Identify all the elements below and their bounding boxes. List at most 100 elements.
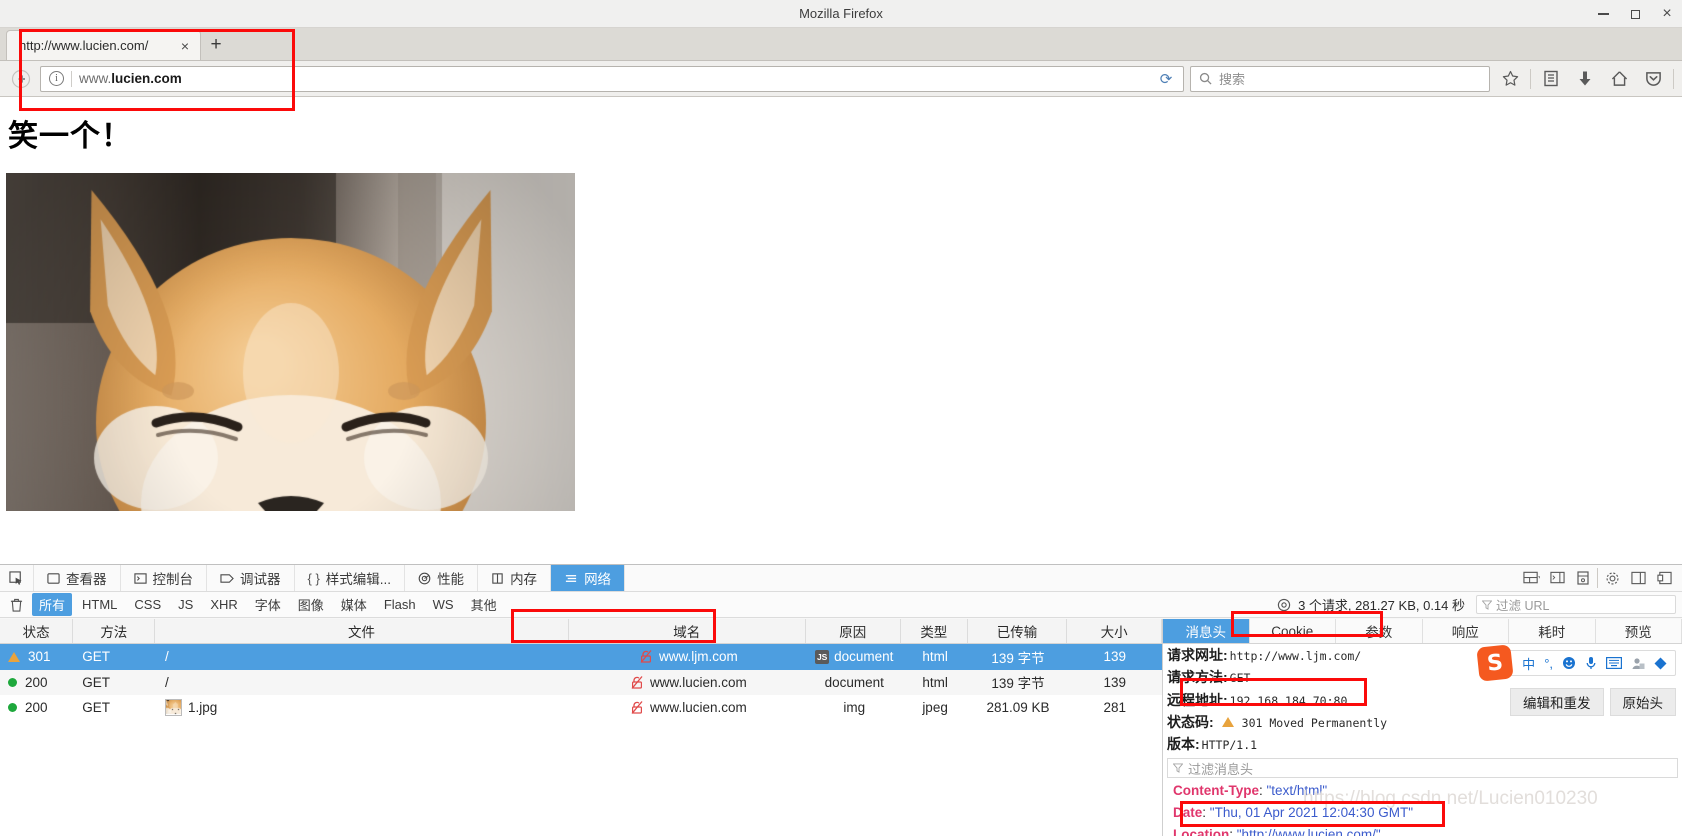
microphone-icon[interactable] — [1585, 656, 1597, 670]
device-icon[interactable] — [1571, 567, 1595, 589]
tab-inspector-label: 查看器 — [66, 572, 107, 587]
sogou-input-method-bar[interactable]: S 中 °, — [1476, 644, 1676, 682]
column-header-size[interactable]: 大小 — [1067, 619, 1162, 643]
user-icon[interactable] — [1631, 657, 1645, 670]
edit-and-resend-button[interactable]: 编辑和重发 — [1510, 688, 1604, 716]
pocket-icon[interactable] — [1639, 65, 1667, 93]
browser-tab[interactable]: http://www.lucien.com/ × — [6, 30, 201, 60]
table-row[interactable]: 301 GET / www.ljm.com JS document html 1… — [0, 644, 1162, 670]
screenshot-icon[interactable] — [1545, 567, 1569, 589]
search-placeholder: 搜索 — [1219, 72, 1246, 87]
details-tab-headers[interactable]: 消息头 — [1163, 619, 1250, 643]
table-row[interactable]: 200 GET / www.lucien.com document html 1… — [0, 669, 1162, 695]
star-icon[interactable] — [1496, 65, 1524, 93]
filter-html[interactable]: HTML — [75, 595, 124, 614]
window-minimize-button[interactable] — [1596, 7, 1610, 21]
filter-css[interactable]: CSS — [127, 595, 168, 614]
ime-mode-chinese[interactable]: 中 — [1522, 654, 1535, 673]
network-icon — [565, 574, 577, 582]
cell-transferred: 139 字节 — [991, 650, 1045, 666]
cell-method: GET — [82, 674, 110, 690]
table-row[interactable]: 200 GET 1.jpg www.lucien.com img jpeg 28… — [0, 695, 1162, 721]
filter-all[interactable]: 所有 — [32, 593, 73, 616]
tab-performance[interactable]: 性能 — [405, 565, 479, 591]
filter-flash[interactable]: Flash — [377, 595, 423, 614]
back-arrow-icon[interactable] — [8, 66, 34, 92]
status-code: 200 — [25, 674, 48, 690]
column-header-cause[interactable]: 原因 — [806, 619, 901, 643]
column-header-status[interactable]: 状态 — [0, 619, 74, 643]
details-tab-bar: 消息头 Cookie 参数 响应 耗时 预览 — [1163, 619, 1682, 644]
raw-headers-button[interactable]: 原始头 — [1609, 688, 1676, 716]
url-divider — [71, 70, 72, 87]
filter-xhr[interactable]: XHR — [203, 595, 244, 614]
detail-key: 状态码 — [1167, 713, 1209, 730]
devtools-tab-bar: 查看器 控制台 调试器 { } 样式编辑... 性能 内存 网络 — [0, 565, 1682, 592]
filter-ws[interactable]: WS — [426, 595, 461, 614]
column-header-domain[interactable]: 域名 — [569, 619, 806, 643]
tab-style-editor[interactable]: { } 样式编辑... — [295, 565, 406, 591]
watermark-secondary: https://blog.csdn.net/Lucien010230 — [1303, 788, 1598, 809]
tab-memory[interactable]: 内存 — [478, 565, 552, 591]
tab-console[interactable]: 控制台 — [121, 565, 207, 591]
tab-inspector[interactable]: 查看器 — [34, 565, 121, 591]
devtools-toolbar-right — [1519, 565, 1682, 591]
filter-image[interactable]: 图像 — [291, 593, 331, 616]
details-tab-timings[interactable]: 耗时 — [1509, 619, 1596, 643]
keyboard-icon[interactable] — [1606, 657, 1622, 669]
details-tab-response[interactable]: 响应 — [1423, 619, 1509, 643]
filter-js[interactable]: JS — [171, 595, 200, 614]
tab-network-label: 网络 — [584, 572, 612, 587]
column-header-file[interactable]: 文件 — [155, 619, 569, 643]
smiley-icon[interactable] — [1562, 656, 1576, 670]
detail-key: 版本 — [1167, 736, 1195, 753]
settings-gear-icon[interactable] — [1600, 567, 1624, 589]
status-code: 301 — [28, 649, 51, 665]
column-header-transferred[interactable]: 已传输 — [968, 619, 1068, 643]
library-icon[interactable] — [1537, 65, 1565, 93]
column-header-type[interactable]: 类型 — [901, 619, 968, 643]
window-maximize-button[interactable] — [1628, 7, 1642, 21]
filter-font[interactable]: 字体 — [248, 593, 288, 616]
trash-icon[interactable] — [6, 595, 26, 615]
target-icon — [1277, 598, 1291, 611]
tab-debugger[interactable]: 调试器 — [207, 565, 295, 591]
element-picker-icon[interactable] — [0, 565, 34, 591]
home-icon[interactable] — [1605, 65, 1633, 93]
details-tab-preview[interactable]: 预览 — [1596, 619, 1682, 643]
navigation-toolbar: i www.lucien.com ⟳ 搜索 — [0, 61, 1682, 97]
reload-icon[interactable]: ⟳ — [1153, 67, 1179, 91]
identity-info-icon[interactable]: i — [49, 71, 64, 86]
header-name: Content-Type — [1173, 783, 1259, 799]
cell-status: 200 — [0, 700, 74, 715]
toolbox-icon[interactable] — [1654, 657, 1667, 670]
cell-size: 139 — [1103, 649, 1126, 665]
detail-version: 版本: HTTP/1.1 — [1163, 733, 1682, 755]
cause-text: document — [834, 649, 894, 665]
lock-broken-icon — [640, 650, 652, 664]
filter-media[interactable]: 媒体 — [334, 593, 374, 616]
download-icon[interactable] — [1571, 65, 1599, 93]
tab-debugger-label: 调试器 — [240, 572, 281, 587]
new-tab-button[interactable]: + — [201, 30, 231, 60]
window-title: Mozilla Firefox — [799, 6, 883, 21]
url-bar[interactable]: i www.lucien.com ⟳ — [40, 65, 1184, 92]
dock-separate-icon[interactable] — [1652, 567, 1676, 589]
window-close-button[interactable]: × — [1660, 6, 1674, 22]
dock-side-icon[interactable] — [1626, 567, 1650, 589]
url-filter-input[interactable]: 过滤 URL — [1476, 595, 1676, 614]
header-name: Date — [1173, 805, 1203, 821]
details-tab-params[interactable]: 参数 — [1336, 619, 1423, 643]
page-image — [6, 173, 575, 511]
details-tab-cookies[interactable]: Cookie — [1250, 619, 1336, 643]
sogou-logo-icon: S — [1476, 644, 1514, 682]
column-header-method[interactable]: 方法 — [73, 619, 156, 643]
search-bar[interactable]: 搜索 — [1190, 65, 1490, 92]
filter-other[interactable]: 其他 — [464, 593, 504, 616]
ime-punctuation-toggle[interactable]: °, — [1544, 656, 1553, 671]
tab-network[interactable]: 网络 — [551, 565, 626, 591]
console-icon — [133, 572, 147, 584]
header-filter-input[interactable]: 过滤消息头 — [1167, 758, 1678, 779]
close-icon[interactable]: × — [178, 38, 192, 54]
responsive-design-icon[interactable] — [1519, 567, 1543, 589]
